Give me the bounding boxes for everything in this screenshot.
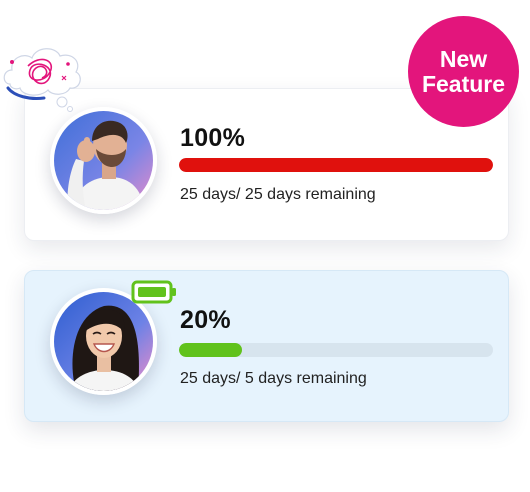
badge-line-new: New xyxy=(439,45,488,72)
badge-line-feature: Feature xyxy=(421,70,506,97)
tangled-thought-cloud-icon xyxy=(0,40,84,117)
days-remaining-text: 25 days/ 25 days remaining xyxy=(180,186,376,203)
progress-bar-track xyxy=(179,158,493,172)
progress-bar-fill xyxy=(179,343,242,357)
new-feature-badge: New Feature xyxy=(408,16,519,127)
stressed-man-avatar xyxy=(50,107,157,214)
days-remaining-text: 25 days/ 5 days remaining xyxy=(180,370,367,387)
progress-percent-label: 100% xyxy=(180,124,246,152)
progress-percent-label: 20% xyxy=(180,306,231,334)
battery-icon xyxy=(131,280,179,311)
progress-bar-track xyxy=(179,343,493,357)
progress-bar-fill xyxy=(179,158,493,172)
progress-panel: 100% 25 days/ 25 days remaining 20% 25 d… xyxy=(0,0,530,492)
